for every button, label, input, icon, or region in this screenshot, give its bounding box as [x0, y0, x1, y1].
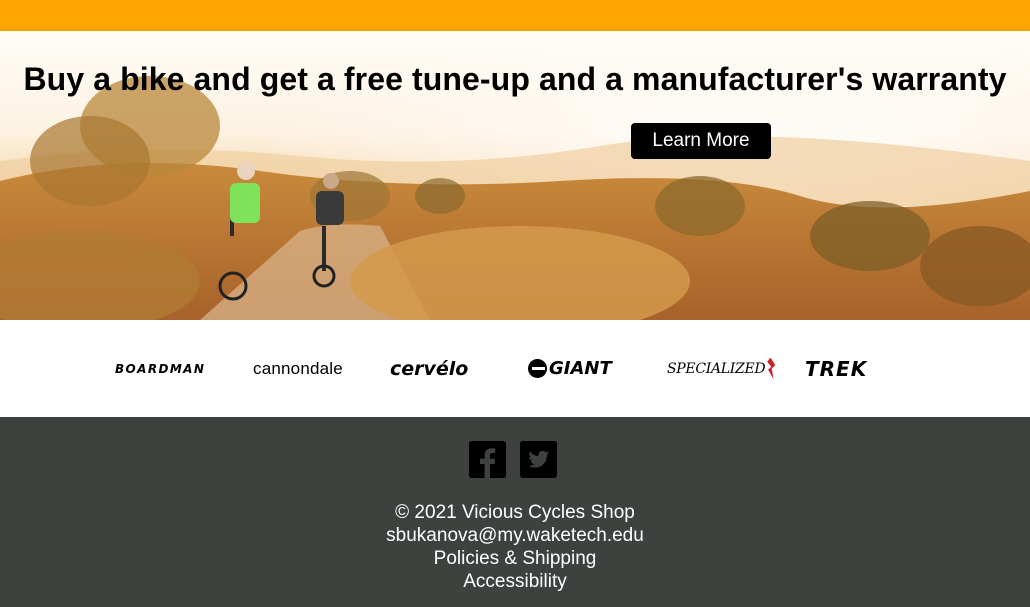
- brand-logo-giant-text: GIANT: [549, 358, 612, 379]
- twitter-icon[interactable]: [520, 441, 557, 478]
- footer-text-block: © 2021 Vicious Cycles Shop sbukanova@my.…: [0, 501, 1030, 593]
- brand-logo-giant: GIANT: [528, 320, 612, 417]
- brand-logo-trek: TREK: [805, 356, 868, 381]
- footer-email: sbukanova@my.waketech.edu: [386, 525, 644, 546]
- hero-heading: Buy a bike and get a free tune-up and a …: [23, 61, 1007, 97]
- brand-logo-specialized-text: SPECIALIZED: [667, 360, 766, 377]
- giant-mark-icon: [528, 359, 547, 378]
- facebook-icon[interactable]: [469, 441, 506, 478]
- specialized-s-icon: [767, 357, 776, 380]
- accessibility-link[interactable]: Accessibility: [463, 571, 566, 592]
- hero-banner: Buy a bike and get a free tune-up and a …: [0, 31, 1030, 320]
- brand-logo-cannondale: cannondale: [253, 358, 343, 378]
- brand-logo-boardman: BOARDMAN: [115, 361, 206, 376]
- brand-logo-specialized: SPECIALIZED: [667, 320, 776, 417]
- site-footer: © 2021 Vicious Cycles Shop sbukanova@my.…: [0, 417, 1030, 607]
- policies-shipping-link[interactable]: Policies & Shipping: [434, 548, 597, 569]
- learn-more-button[interactable]: Learn More: [631, 123, 771, 159]
- footer-copyright: © 2021 Vicious Cycles Shop: [395, 502, 635, 523]
- brand-logo-strip: BOARDMAN cannondale cervélo GIANT SPECIA…: [0, 320, 1030, 417]
- brand-logo-cervelo: cervélo: [390, 357, 469, 380]
- top-accent-bar: [0, 0, 1030, 31]
